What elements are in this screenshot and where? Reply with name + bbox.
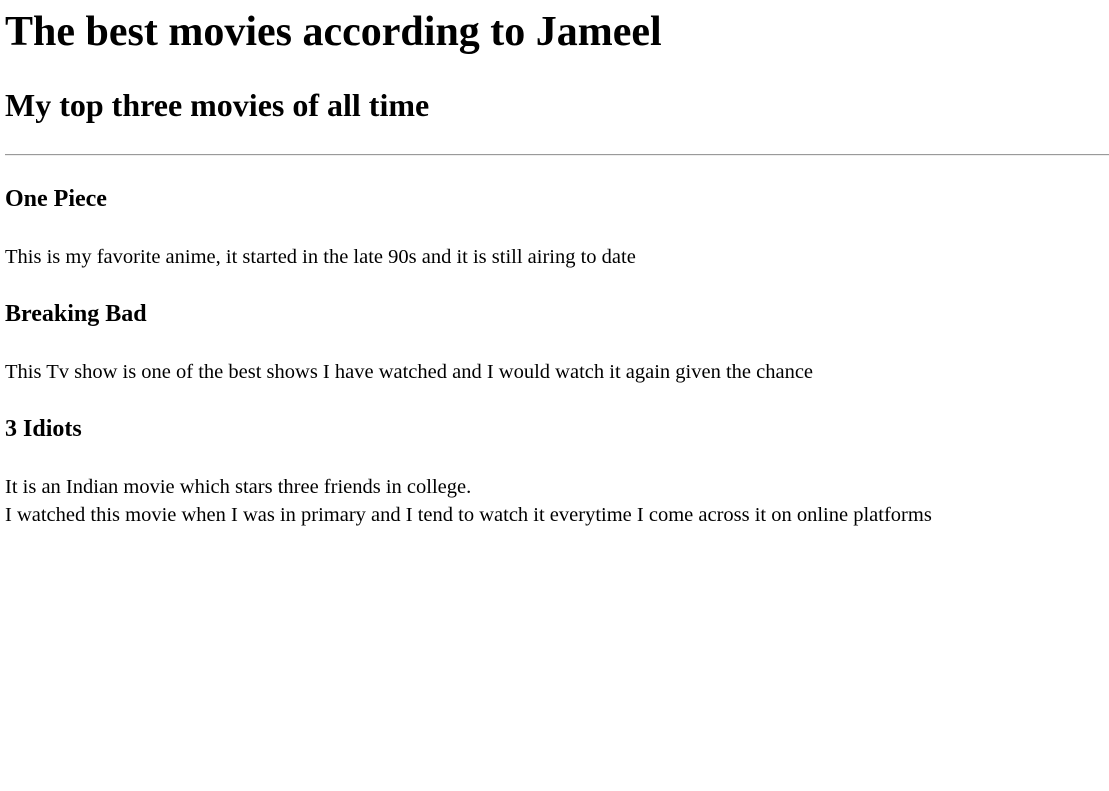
movie-description-line-2: I watched this movie when I was in prima…	[5, 504, 932, 526]
movie-entry-3-idiots: 3 Idiots It is an Indian movie which sta…	[5, 415, 1104, 529]
movie-description: It is an Indian movie which stars three …	[5, 473, 1104, 529]
movie-title: 3 Idiots	[5, 416, 82, 442]
movie-title: One Piece	[5, 186, 107, 212]
movie-title: Breaking Bad	[5, 301, 147, 327]
movie-description-line-1: It is an Indian movie which stars three …	[5, 476, 472, 498]
movie-description: This is my favorite anime, it started in…	[5, 246, 636, 268]
page-title: The best movies according to Jameel	[5, 9, 662, 55]
page-content: The best movies according to Jameel My t…	[0, 8, 1109, 529]
divider	[5, 154, 1109, 156]
movie-description: This Tv show is one of the best shows I …	[5, 361, 814, 383]
movie-entry-one-piece: One Piece This is my favorite anime, it …	[5, 185, 1104, 271]
page-subtitle: My top three movies of all time	[5, 87, 430, 123]
movie-entry-breaking-bad: Breaking Bad This Tv show is one of the …	[5, 300, 1104, 386]
